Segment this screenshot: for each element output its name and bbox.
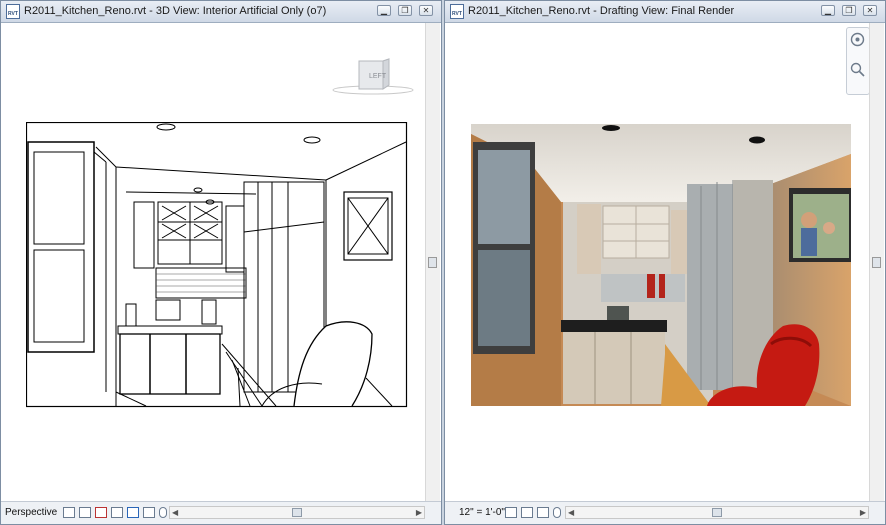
close-icon: ✕ [866, 6, 874, 15]
sun-path-icon[interactable] [95, 507, 107, 518]
detail-level-icon[interactable] [505, 507, 517, 518]
minimize-button[interactable]: ▁ [377, 5, 391, 16]
scroll-thumb[interactable] [712, 508, 722, 517]
viewcube-face-label: LEFT [369, 73, 387, 80]
scroll-left-icon[interactable]: ◀ [172, 508, 178, 517]
view-canvas[interactable]: LEFT [7, 23, 427, 501]
hidden-line-drawing [26, 122, 408, 408]
scroll-left-icon[interactable]: ◀ [568, 508, 574, 517]
rendered-image [471, 124, 851, 406]
restore-icon: ❐ [401, 6, 409, 15]
window-title: R2011_Kitchen_Reno.rvt - Drafting View: … [468, 5, 735, 17]
shadows-icon[interactable] [111, 507, 123, 518]
vertical-scrollbar[interactable] [869, 23, 884, 501]
temp-hide-icon[interactable] [553, 507, 561, 518]
horizontal-scrollbar[interactable]: ◀ ▶ [565, 506, 869, 519]
visual-style-icon[interactable] [521, 507, 533, 518]
view-scale-label[interactable]: 12" = 1'-0" [459, 507, 505, 518]
viewcube[interactable]: LEFT [331, 57, 417, 97]
view-canvas[interactable] [451, 23, 871, 501]
minimize-icon: ▁ [380, 6, 388, 15]
minimize-button[interactable]: ▁ [821, 5, 835, 16]
render-icon[interactable] [127, 507, 139, 518]
detail-level-icon[interactable] [63, 507, 75, 518]
scroll-thumb[interactable] [292, 508, 302, 517]
view-control-bar: Perspective ◀ ▶ [1, 501, 441, 524]
vertical-scrollbar[interactable] [425, 23, 440, 501]
visual-style-icon[interactable] [79, 507, 91, 518]
restore-button[interactable]: ❐ [398, 5, 412, 16]
scroll-right-icon[interactable]: ▶ [860, 508, 866, 517]
view-scale-label[interactable]: Perspective [5, 507, 57, 518]
crop-view-icon[interactable] [537, 507, 549, 518]
crop-view-icon[interactable] [143, 507, 155, 518]
title-bar[interactable]: RVT R2011_Kitchen_Reno.rvt - Drafting Vi… [445, 1, 885, 23]
window-title: R2011_Kitchen_Reno.rvt - 3D View: Interi… [24, 5, 327, 17]
restore-icon: ❐ [845, 6, 853, 15]
minimize-icon: ▁ [824, 6, 832, 15]
steering-wheel-button[interactable] [850, 32, 865, 47]
view-control-bar: 12" = 1'-0" ◀ ▶ [445, 501, 885, 524]
zoom-icon [850, 62, 865, 77]
scroll-thumb[interactable] [428, 257, 437, 268]
3d-view-window: RVT R2011_Kitchen_Reno.rvt - 3D View: In… [0, 0, 442, 525]
close-button[interactable]: ✕ [863, 5, 877, 16]
drafting-view-window: RVT R2011_Kitchen_Reno.rvt - Drafting Vi… [444, 0, 886, 525]
title-bar[interactable]: RVT R2011_Kitchen_Reno.rvt - 3D View: In… [1, 1, 441, 23]
navigation-bar [846, 27, 870, 95]
revit-file-icon: RVT [450, 4, 464, 19]
restore-button[interactable]: ❐ [842, 5, 856, 16]
temp-hide-icon[interactable] [159, 507, 167, 518]
revit-file-icon: RVT [6, 4, 20, 19]
horizontal-scrollbar[interactable]: ◀ ▶ [169, 506, 425, 519]
zoom-button[interactable] [850, 62, 865, 77]
scroll-thumb[interactable] [872, 257, 881, 268]
close-button[interactable]: ✕ [419, 5, 433, 16]
close-icon: ✕ [422, 6, 430, 15]
scroll-right-icon[interactable]: ▶ [416, 508, 422, 517]
steering-wheel-icon [850, 32, 865, 47]
